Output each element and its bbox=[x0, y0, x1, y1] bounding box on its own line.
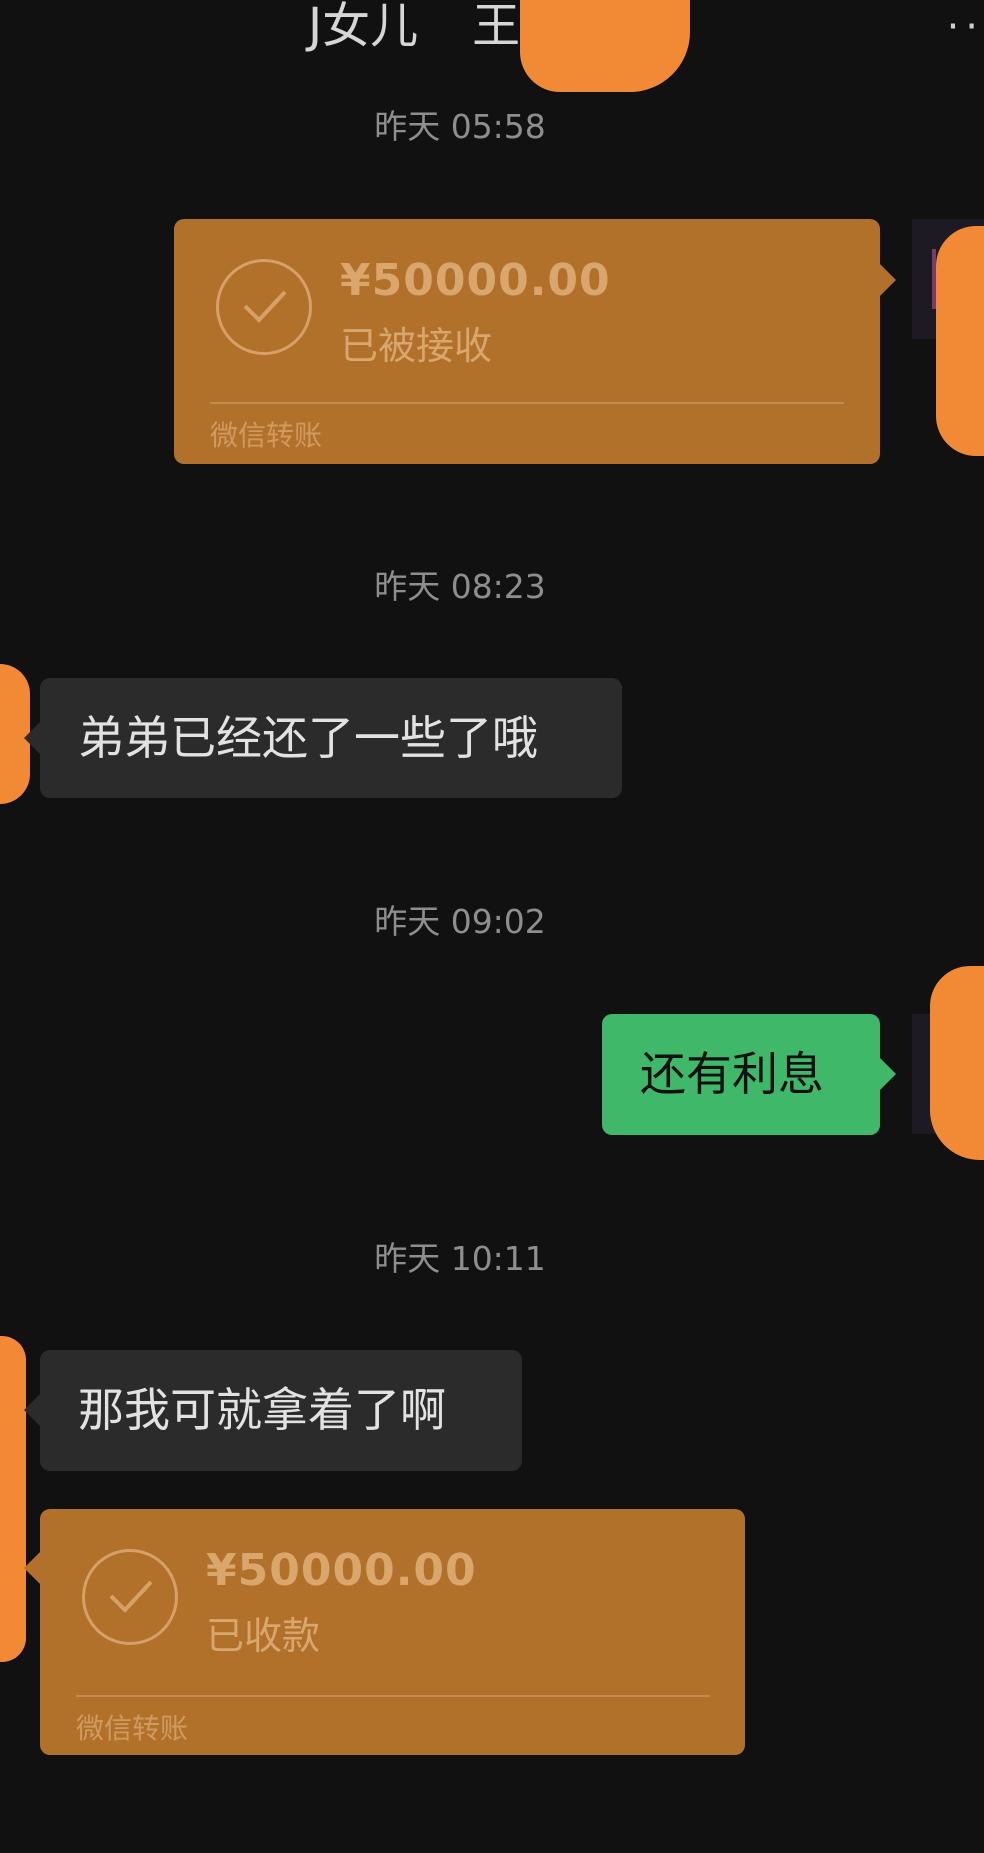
transfer-status: 已收款 bbox=[206, 1614, 321, 1658]
avatar-redaction bbox=[930, 966, 984, 1160]
bubble-tail bbox=[880, 264, 896, 296]
check-circle-icon bbox=[82, 1549, 178, 1645]
transfer-card-received[interactable]: ¥50000.00 已收款 微信转账 bbox=[40, 1509, 745, 1755]
message-bubble-incoming[interactable]: 那我可就拿着了啊 bbox=[40, 1350, 522, 1471]
more-dots-icon[interactable]: ·· bbox=[947, 4, 984, 50]
chat-title-extra: 王 bbox=[472, 0, 521, 54]
bubble-tail bbox=[880, 1058, 896, 1090]
avatar-redaction bbox=[936, 226, 984, 456]
message-text: 那我可就拿着了啊 bbox=[78, 1383, 446, 1437]
avatar-redaction bbox=[0, 1336, 26, 1662]
message-text: 还有利息 bbox=[640, 1047, 824, 1101]
timestamp: 昨天 09:02 bbox=[374, 902, 546, 941]
transfer-divider bbox=[210, 402, 844, 404]
message-text: 弟弟已经还了一些了哦 bbox=[78, 711, 538, 765]
transfer-divider bbox=[76, 1695, 710, 1697]
check-circle-icon bbox=[216, 259, 312, 355]
bubble-tail bbox=[24, 1394, 40, 1426]
timestamp: 昨天 05:58 bbox=[374, 107, 546, 146]
timestamp: 昨天 08:23 bbox=[374, 567, 546, 606]
transfer-amount: ¥50000.00 bbox=[206, 1545, 477, 1596]
transfer-card-sent[interactable]: ¥50000.00 已被接收 微信转账 bbox=[174, 219, 880, 464]
transfer-footer: 微信转账 bbox=[210, 419, 323, 452]
chat-title: J女儿王 bbox=[308, 0, 520, 60]
transfer-status: 已被接收 bbox=[340, 324, 493, 368]
message-bubble-outgoing[interactable]: 还有利息 bbox=[602, 1014, 880, 1135]
message-bubble-incoming[interactable]: 弟弟已经还了一些了哦 bbox=[40, 678, 622, 798]
timestamp: 昨天 10:11 bbox=[374, 1239, 546, 1278]
transfer-footer: 微信转账 bbox=[76, 1712, 189, 1745]
transfer-amount: ¥50000.00 bbox=[340, 255, 611, 306]
bubble-tail bbox=[24, 1552, 40, 1584]
title-redaction bbox=[520, 0, 690, 92]
bubble-tail bbox=[24, 722, 40, 754]
chat-title-text: J女儿 bbox=[308, 0, 419, 54]
